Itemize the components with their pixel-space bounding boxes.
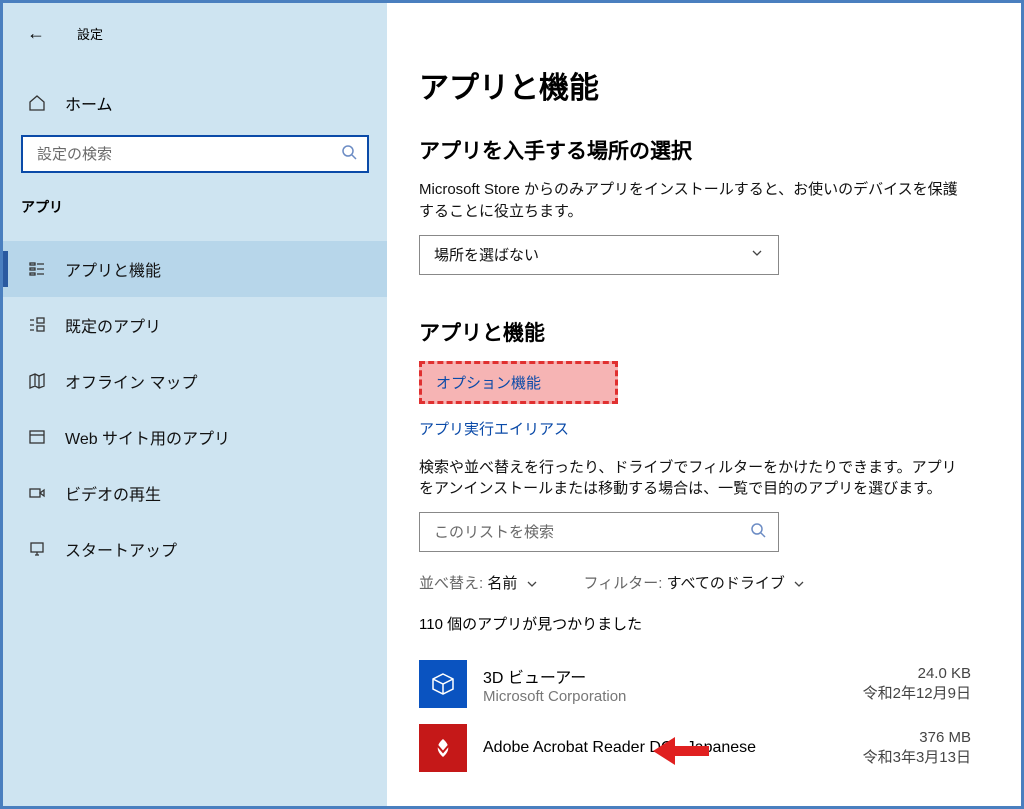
source-heading: アプリを入手する場所の選択 bbox=[419, 135, 971, 165]
search-icon bbox=[341, 144, 357, 164]
nav-label: ビデオの再生 bbox=[65, 481, 161, 505]
app-count: 110 個のアプリが見つかりました bbox=[419, 613, 971, 634]
annotation-arrow bbox=[653, 735, 709, 771]
nav-item-default-apps[interactable]: 既定のアプリ bbox=[3, 297, 387, 353]
nav-list: アプリと機能 既定のアプリ オフライン マップ Web サイト用のアプリ bbox=[3, 231, 387, 577]
search-box[interactable] bbox=[21, 135, 369, 173]
search-input[interactable] bbox=[35, 145, 341, 164]
defaults-icon bbox=[27, 315, 47, 335]
page-title: アプリと機能 bbox=[419, 63, 971, 107]
app-tile-icon bbox=[419, 724, 467, 772]
apps-icon bbox=[27, 259, 47, 279]
chevron-down-icon bbox=[522, 575, 538, 592]
nav-item-web-apps[interactable]: Web サイト用のアプリ bbox=[3, 409, 387, 465]
app-row[interactable]: 3D ビューアー Microsoft Corporation 24.0 KB 令… bbox=[419, 652, 971, 716]
sidebar: ← 設定 ホーム アプリ アプリと機能 bbox=[3, 3, 387, 806]
nav-item-video-playback[interactable]: ビデオの再生 bbox=[3, 465, 387, 521]
nav-label: 既定のアプリ bbox=[65, 313, 161, 337]
optional-features-link[interactable]: オプション機能 bbox=[436, 375, 541, 392]
app-publisher: Microsoft Corporation bbox=[483, 688, 825, 705]
nav-label: オフライン マップ bbox=[65, 369, 197, 393]
chevron-down-icon bbox=[750, 246, 764, 264]
nav-label: Web サイト用のアプリ bbox=[65, 425, 230, 449]
app-date: 令和2年12月9日 bbox=[841, 682, 971, 703]
chevron-down-icon bbox=[789, 575, 805, 592]
source-desc: Microsoft Store からのみアプリをインストールすると、お使いのデバ… bbox=[419, 179, 971, 223]
app-filter-input[interactable] bbox=[432, 523, 750, 542]
filter-control[interactable]: フィルター: すべてのドライブ bbox=[584, 572, 806, 593]
dropdown-value: 場所を選ばない bbox=[434, 244, 539, 265]
nav-label: スタートアップ bbox=[65, 537, 177, 561]
nav-item-startup[interactable]: スタートアップ bbox=[3, 521, 387, 577]
section-label: アプリ bbox=[3, 191, 387, 231]
nav-label: アプリと機能 bbox=[65, 257, 161, 281]
sort-filter-row: 並べ替え: 名前 フィルター: すべてのドライブ bbox=[419, 572, 971, 593]
home-button[interactable]: ホーム bbox=[3, 75, 387, 131]
apps-desc: 検索や並べ替えを行ったり、ドライブでフィルターをかけたりできます。アプリをアンイ… bbox=[419, 457, 971, 501]
web-icon bbox=[27, 427, 47, 447]
main-pane: アプリと機能 アプリを入手する場所の選択 Microsoft Store からの… bbox=[387, 3, 1021, 806]
back-button[interactable]: ← bbox=[27, 23, 45, 44]
header-title: 設定 bbox=[77, 24, 103, 43]
sort-control[interactable]: 並べ替え: 名前 bbox=[419, 572, 538, 593]
annotation-highlight: オプション機能 bbox=[419, 361, 618, 404]
home-label: ホーム bbox=[65, 91, 113, 115]
settings-window: ← 設定 ホーム アプリ アプリと機能 bbox=[0, 0, 1024, 809]
map-icon bbox=[27, 371, 47, 391]
app-size: 24.0 KB bbox=[841, 665, 971, 682]
app-tile-icon bbox=[419, 660, 467, 708]
source-dropdown[interactable]: 場所を選ばない bbox=[419, 235, 779, 275]
app-size: 376 MB bbox=[841, 729, 971, 746]
app-alias-link[interactable]: アプリ実行エイリアス bbox=[419, 418, 569, 439]
app-date: 令和3年3月13日 bbox=[841, 746, 971, 767]
app-filter-search[interactable] bbox=[419, 512, 779, 552]
app-name: 3D ビューアー bbox=[483, 664, 825, 688]
nav-item-offline-maps[interactable]: オフライン マップ bbox=[3, 353, 387, 409]
search-icon bbox=[750, 522, 766, 542]
video-icon bbox=[27, 483, 47, 503]
apps-heading: アプリと機能 bbox=[419, 317, 971, 347]
home-icon bbox=[27, 93, 47, 113]
nav-item-apps-features[interactable]: アプリと機能 bbox=[3, 241, 387, 297]
startup-icon bbox=[27, 539, 47, 559]
